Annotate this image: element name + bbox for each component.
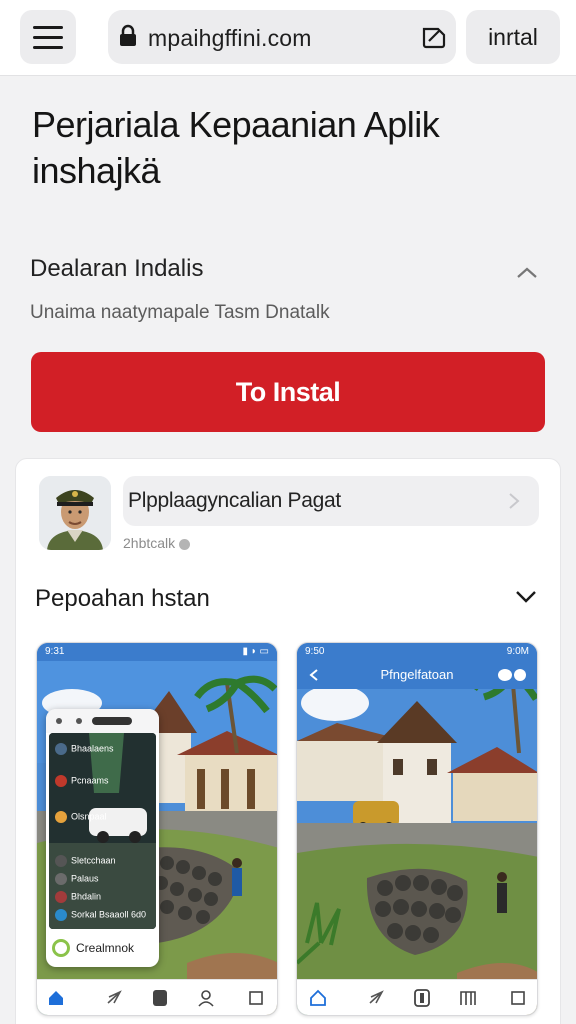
app-header-title: Pfngelfatoan [380,667,454,682]
address-bar[interactable]: mpaihgffini.com [108,10,456,64]
chevron-right-icon [517,267,537,278]
overlay-item[interactable]: Sorkal Bsaaoll 6d0 [55,909,146,923]
overlay-title-bar [92,717,132,725]
chat-icon[interactable] [497,667,527,683]
overlay-item-label: Bhdalin [71,891,102,902]
chevron-right-icon [509,493,520,509]
app-bottom-nav [297,979,537,1015]
overlay-item[interactable]: Palaus [55,873,99,887]
status-right: 9:0M [506,646,529,657]
developer-link[interactable]: Plpplaagyncalian Pagat [123,476,539,526]
home-icon[interactable] [47,989,65,1007]
status-time: 9:50 [305,646,325,657]
verified-icon [179,538,191,550]
dot-icon [76,718,82,724]
scene-image [297,643,537,1015]
screenshot-left[interactable]: 9:31 ▮ ◗ ▭ Bhaalaens Pcnaams Olsnpaal Sl… [36,642,278,1016]
send-icon[interactable] [105,989,123,1007]
overlay-item[interactable]: Sletcchaan [55,855,116,869]
install-button-top[interactable]: inrtal [466,10,560,64]
status-bar: 9:31 ▮ ◗ ▭ [37,643,277,661]
avatar [39,476,111,550]
send-icon[interactable] [367,989,385,1007]
section-title: Pepoahan hstan [35,585,210,612]
publisher-row[interactable]: Dealaran Indalis [30,255,550,291]
app-name: Plpplaagyncalian Pagat [128,489,341,512]
circle-icon [55,873,67,885]
url-text: mpaihgffini.com [148,25,312,51]
overlay-item-label: Bhaalaens [71,743,114,754]
app-card: Plpplaagyncalian Pagat 2hbtcalk Pepoahan… [15,458,561,1024]
hamburger-icon [33,26,63,29]
page-title: Perjariala Kepaanian Aplik inshajkä [32,104,440,191]
circle-icon [55,855,67,867]
circle-icon [55,891,67,903]
hamburger-line [33,46,63,49]
app-description: Unaima naatymapale Tasm Dnatalk [30,302,330,323]
circle-icon [52,939,70,957]
overlay-item[interactable]: Pcnaams [55,775,109,789]
browser-toolbar: mpaihgffini.com inrtal [0,0,576,76]
developer-avatar-image [39,476,111,550]
overlay-item-label: Palaus [71,873,99,884]
overlay-item-label: Sletcchaan [71,855,116,866]
overlay-item-label: Olsnpaal [71,811,107,822]
dot-icon [56,718,62,724]
circle-icon [55,743,67,755]
screenshot-right[interactable]: 9:50 9:0M Pfngelfatoan [296,642,538,1016]
square-icon[interactable] [247,989,265,1007]
overlay-item-label: Pcnaams [71,775,109,786]
chevron-down-icon[interactable] [514,587,538,607]
developer-handle: 2hbtcalk [123,535,191,551]
handle-text: 2hbtcalk [123,535,176,551]
overlay-item[interactable]: Bhdalin [55,891,101,905]
overlay-footer[interactable]: Crealmnok [50,935,154,961]
overlay-item-label: Bsaaoll 6d0 [99,909,147,920]
overlay-menu: Bhaalaens Pcnaams Olsnpaal Sletcchaan Pa… [46,709,159,967]
hamburger-line [33,36,63,39]
square-icon[interactable] [509,989,527,1007]
columns-icon[interactable] [459,989,477,1007]
menu-button[interactable] [20,10,76,64]
install-button[interactable]: To Instal [31,352,545,432]
bookmark-icon[interactable] [151,989,169,1007]
overlay-item[interactable]: Bhaalaens [55,743,114,757]
profile-icon[interactable] [197,989,215,1007]
home-icon[interactable] [309,989,327,1007]
share-icon[interactable] [420,23,448,51]
overlay-header [46,709,159,733]
circle-icon [55,775,67,787]
overlay-item[interactable]: Olsnpaal [55,811,107,825]
overlay-footer-label: Crealmnok [76,941,135,955]
publisher-name: Dealaran Indalis [30,255,204,282]
app-bottom-nav [37,979,277,1015]
battery-icon: ▮ ◗ ▭ [242,646,269,657]
overlay-item-label: Sorkal [71,909,97,920]
circle-icon [55,909,67,921]
back-arrow-icon[interactable] [305,661,323,689]
status-bar: 9:50 9:0M [297,643,537,661]
circle-icon [55,811,67,823]
app-header: Pfngelfatoan [297,661,537,689]
lock-icon [120,24,136,46]
status-time: 9:31 [45,646,65,657]
bookmark-icon[interactable] [413,989,431,1007]
overlay-list: Bhaalaens Pcnaams Olsnpaal Sletcchaan Pa… [49,733,156,929]
